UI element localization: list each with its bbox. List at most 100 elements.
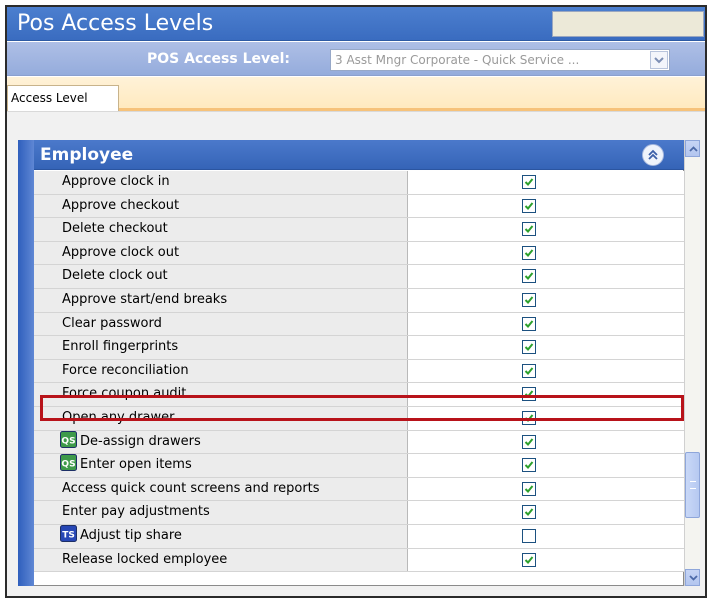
permission-rows: Approve clock in Approve checkout Delete c…: [34, 171, 684, 573]
permission-checkbox[interactable]: [522, 552, 536, 567]
tab-strip: Access Level: [7, 77, 705, 111]
permission-value-cell: [409, 241, 684, 265]
scroll-up-icon[interactable]: [685, 140, 700, 157]
scrollbar-thumb[interactable]: [685, 452, 700, 518]
tab-access-level[interactable]: Access Level: [7, 85, 119, 111]
vertical-scrollbar[interactable]: [684, 140, 700, 586]
checkmark-icon: [524, 272, 534, 281]
table-row[interactable]: Delete clock out: [34, 265, 684, 289]
collapse-up-icon[interactable]: [642, 144, 664, 166]
svg-text:QS: QS: [61, 436, 75, 446]
permission-value-cell: [409, 359, 684, 383]
checkmark-icon: [524, 225, 534, 234]
table-row[interactable]: Force reconciliation: [34, 359, 684, 384]
table-row[interactable]: TS Adjust tip share: [34, 524, 684, 549]
window-title: Pos Access Levels: [17, 11, 214, 36]
group-header-employee[interactable]: Employee: [34, 140, 684, 170]
permission-checkbox[interactable]: [522, 458, 536, 473]
permission-label-cell: Access quick count screens and reports: [34, 477, 408, 501]
permission-label: Enroll fingerprints: [62, 339, 179, 355]
checkmark-icon: [524, 555, 534, 564]
checkmark-icon: [524, 485, 534, 493]
permission-value-cell: [409, 524, 684, 548]
access-level-bar: POS Access Level: 3 Asst Mngr Corporate …: [7, 42, 705, 76]
permission-checkbox[interactable]: [522, 222, 536, 237]
permission-label: Delete checkout: [62, 221, 168, 237]
permission-label-cell: QS Enter open items: [34, 454, 408, 477]
permission-checkbox[interactable]: [522, 175, 536, 189]
scroll-down-icon[interactable]: [685, 569, 700, 586]
table-row[interactable]: Approve clock out: [34, 241, 684, 266]
permission-value-cell: [409, 312, 684, 336]
permission-label: Approve clock out: [62, 244, 180, 260]
permission-label: Release locked employee: [62, 551, 228, 567]
checkmark-icon: [524, 201, 534, 210]
access-level-dropdown[interactable]: 3 Asst Mngr Corporate - Quick Service ..…: [330, 49, 670, 71]
permission-label: De-assign drawers: [80, 433, 201, 449]
permission-value-cell: [409, 430, 684, 454]
table-row[interactable]: Clear password: [34, 312, 684, 337]
quick-service-badge-icon: QS: [60, 454, 77, 472]
permission-checkbox[interactable]: [522, 316, 536, 331]
access-level-label: POS Access Level:: [147, 51, 291, 67]
permission-value-cell: [409, 336, 684, 359]
permission-label: Approve clock in: [62, 174, 170, 189]
highlight-box-force-coupon-audit: [40, 395, 684, 421]
permission-label-cell: Enroll fingerprints: [34, 336, 408, 359]
checkmark-icon: [524, 249, 534, 257]
permission-label-cell: Approve clock in: [34, 171, 408, 194]
table-row[interactable]: Enroll fingerprints: [34, 336, 684, 360]
permission-label-cell: Delete clock out: [34, 265, 408, 288]
table-row[interactable]: Approve checkout: [34, 194, 684, 219]
permission-label: Force reconciliation: [62, 362, 189, 378]
permission-checkbox[interactable]: [522, 363, 536, 378]
quick-service-badge-icon: QS: [60, 430, 77, 448]
permission-label-cell: Clear password: [34, 312, 408, 336]
table-row[interactable]: Approve start/end breaks: [34, 288, 684, 313]
permission-label-cell: Delete checkout: [34, 218, 408, 241]
checkmark-icon: [524, 367, 534, 375]
permission-label-cell: Approve start/end breaks: [34, 288, 408, 312]
permission-checkbox[interactable]: [522, 434, 536, 449]
permission-label: Delete clock out: [62, 268, 168, 284]
permission-checkbox[interactable]: [522, 245, 536, 260]
group-title: Employee: [40, 145, 134, 165]
permission-checkbox[interactable]: [522, 269, 536, 284]
permission-label-cell: TS Adjust tip share: [34, 524, 408, 548]
permission-label: Access quick count screens and reports: [62, 480, 320, 496]
permission-label: Approve checkout: [62, 197, 180, 213]
table-row[interactable]: Approve clock in: [34, 171, 684, 195]
permission-label-cell: Approve checkout: [34, 194, 408, 218]
permission-value-cell: [409, 218, 684, 241]
permission-label: Clear password: [62, 315, 162, 331]
table-row[interactable]: Release locked employee: [34, 548, 684, 573]
permission-label-cell: QS De-assign drawers: [34, 430, 408, 454]
permission-checkbox[interactable]: [522, 292, 536, 307]
permission-checkbox[interactable]: [522, 528, 536, 543]
permission-label: Adjust tip share: [80, 527, 182, 543]
permission-label-cell: Enter pay adjustments: [34, 501, 408, 524]
access-level-selected-value: 3 Asst Mngr Corporate - Quick Service ..…: [335, 53, 580, 67]
table-row[interactable]: Delete checkout: [34, 218, 684, 242]
permission-value-cell: [409, 194, 684, 218]
permission-value-cell: [409, 548, 684, 572]
table-row[interactable]: QS Enter open items: [34, 454, 684, 478]
table-row[interactable]: QS De-assign drawers: [34, 430, 684, 455]
permission-checkbox[interactable]: [522, 198, 536, 213]
permission-label-cell: Release locked employee: [34, 548, 408, 572]
permission-checkbox[interactable]: [522, 481, 536, 496]
tip-share-badge-icon: TS: [60, 524, 77, 542]
checkmark-icon: [524, 319, 534, 328]
checkmark-icon: [524, 508, 534, 517]
checkmark-icon: [524, 178, 534, 186]
table-row[interactable]: Enter pay adjustments: [34, 501, 684, 525]
permission-value-cell: [409, 501, 684, 524]
permission-value-cell: [409, 265, 684, 288]
permission-checkbox[interactable]: [522, 340, 536, 355]
dropdown-chevron-down-icon[interactable]: [650, 51, 668, 69]
permission-label-cell: Force reconciliation: [34, 359, 408, 383]
permission-checkbox[interactable]: [522, 505, 536, 520]
permission-label: Approve start/end breaks: [62, 291, 228, 307]
checkmark-icon: [524, 296, 534, 304]
table-row[interactable]: Access quick count screens and reports: [34, 477, 684, 502]
